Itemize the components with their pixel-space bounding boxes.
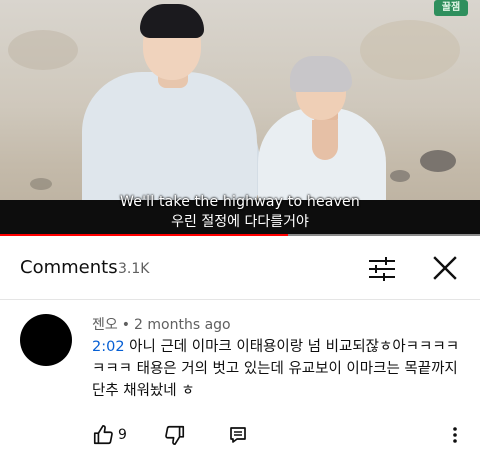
comment-time: 2 months ago <box>134 317 231 333</box>
person-left-shirt <box>82 72 257 212</box>
comments-header: Comments 3.1K <box>0 237 480 300</box>
thumbs-up-icon[interactable] <box>92 424 114 446</box>
comments-count: 3.1K <box>118 261 150 277</box>
background-rock <box>30 178 52 190</box>
close-icon[interactable] <box>428 251 462 285</box>
video-player[interactable]: 꿀잼 We'll take the highway to heaven 우린 절… <box>0 0 480 236</box>
like-count: 9 <box>118 427 127 443</box>
timestamp-link[interactable]: 2:02 <box>92 339 125 355</box>
more-vertical-icon[interactable] <box>448 424 462 446</box>
background-rock <box>420 150 456 172</box>
person-right-hair <box>290 56 352 92</box>
comment-body-text: 아니 근데 이마크 이태용이랑 넘 비교되잖ㅎ아ㅋㅋㅋㅋㅋㅋㅋ 태용은 거의 벗… <box>92 339 460 399</box>
person-left-hair <box>140 4 204 38</box>
progress-bar-fill <box>0 234 288 236</box>
progress-bar[interactable] <box>0 234 480 236</box>
thumbs-down-icon[interactable] <box>164 424 186 446</box>
comment-actions: 9 <box>92 424 472 448</box>
reply-icon[interactable] <box>228 425 248 445</box>
comments-title: Comments <box>20 257 118 278</box>
channel-logo: 꿀잼 <box>434 0 468 16</box>
subtitle-korean: 우린 절정에 다다를거야 <box>171 214 309 230</box>
background-rock <box>8 30 78 70</box>
comment-text: 2:02 아니 근데 이마크 이태용이랑 넘 비교되잖ㅎ아ㅋㅋㅋㅋㅋㅋㅋ 태용은… <box>92 336 464 402</box>
comment-meta: 젠오 • 2 months ago <box>92 314 231 334</box>
meta-separator: • <box>121 317 131 333</box>
comment-author[interactable]: 젠오 <box>92 317 118 333</box>
avatar[interactable] <box>20 314 72 366</box>
sliders-icon[interactable] <box>366 253 398 285</box>
background-rock <box>390 170 410 182</box>
background-rock <box>360 20 460 80</box>
subtitle-english: We'll take the highway to heaven <box>120 194 360 210</box>
person-right-chest <box>312 120 338 160</box>
